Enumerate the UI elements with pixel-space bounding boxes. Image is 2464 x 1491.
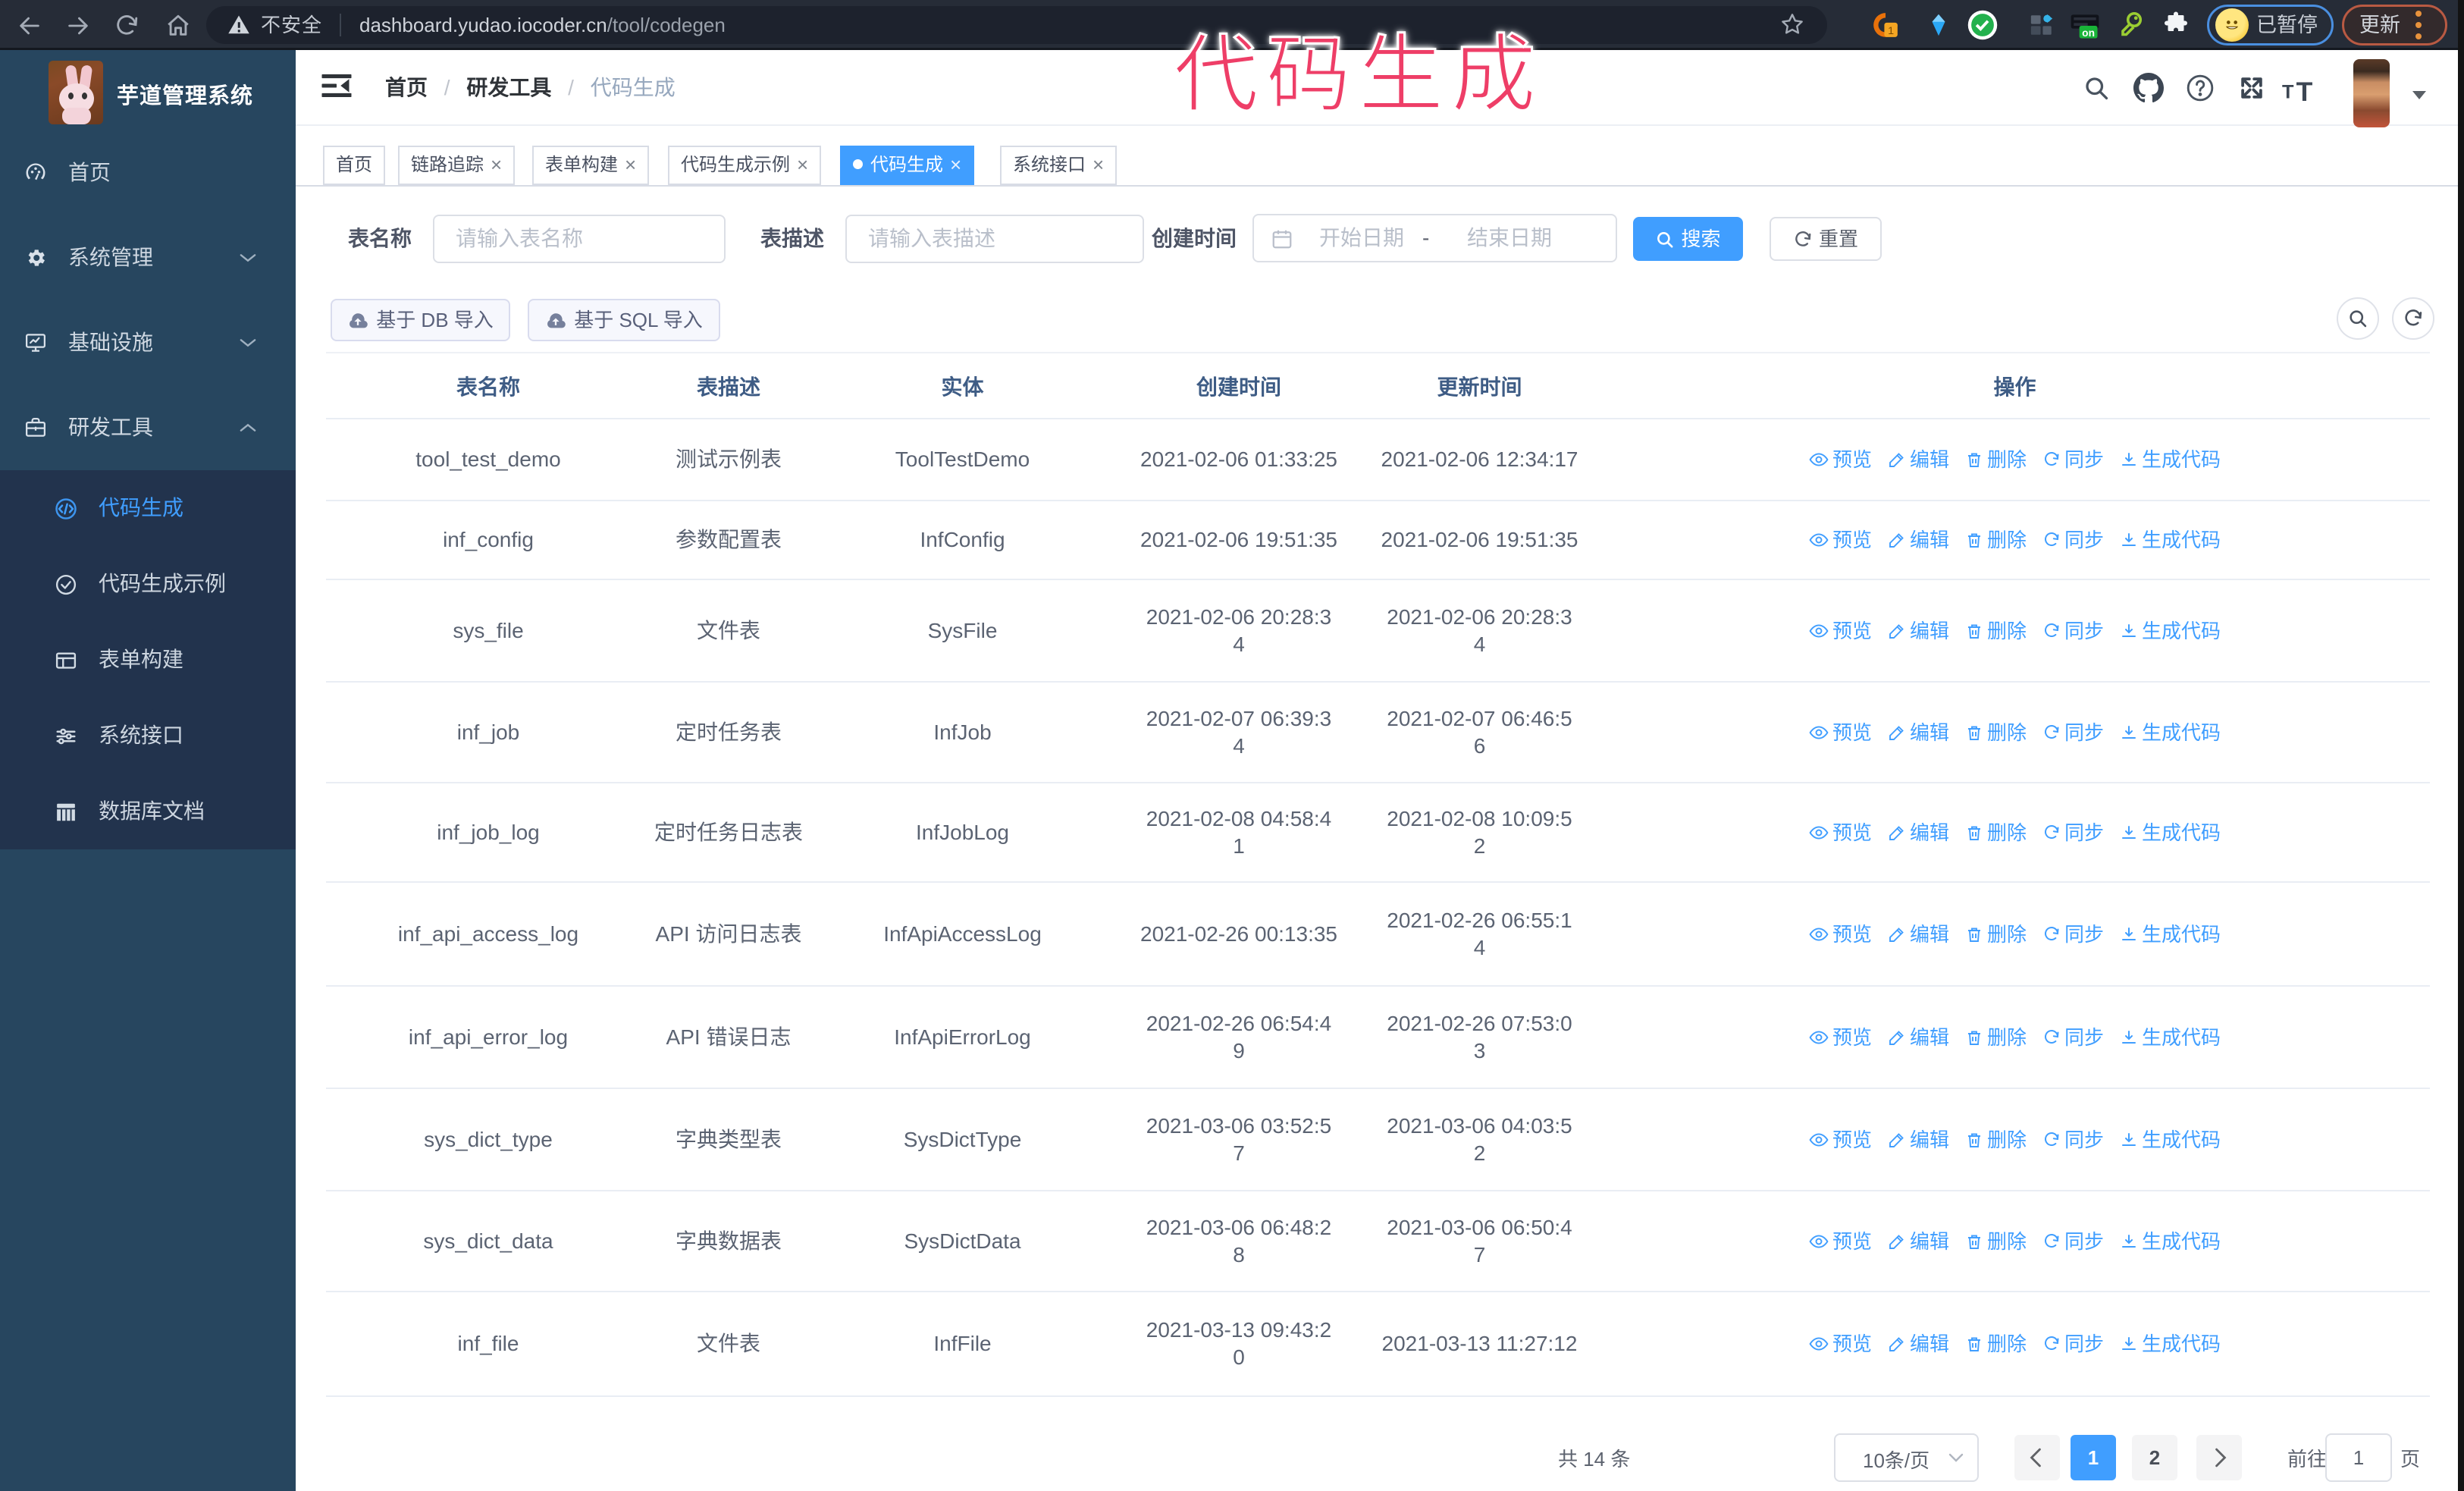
svg-text:T: T: [2296, 77, 2313, 103]
svg-text:T: T: [2282, 82, 2294, 103]
svg-text:1: 1: [1888, 25, 1894, 37]
svg-text:on: on: [2082, 27, 2095, 39]
